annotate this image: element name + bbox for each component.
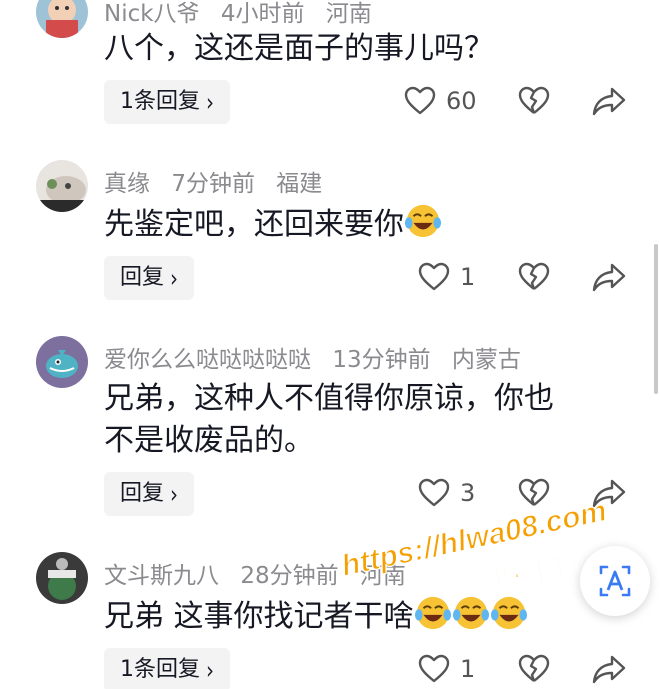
heart-outline-icon — [404, 86, 436, 115]
location: 内蒙古 — [451, 347, 521, 373]
comment-meta: Nick八爷 4小时前 河南 — [104, 0, 386, 28]
dislike-button[interactable] — [518, 262, 550, 296]
comment-text[interactable]: 兄弟 这事你找记者干啥 — [104, 594, 624, 638]
comment-text[interactable]: 八个，这还是面子的事儿吗？ — [104, 28, 624, 70]
share-button[interactable] — [592, 262, 626, 296]
share-arrow-icon — [592, 655, 626, 684]
translate-a-icon — [599, 565, 631, 597]
comment-actions: 3 — [0, 472, 660, 516]
comment-meta: 爱你么么哒哒哒哒哒 13分钟前 内蒙古 — [104, 340, 535, 374]
like-button[interactable]: 3 — [418, 478, 475, 508]
timestamp: 13分钟前 — [332, 347, 431, 373]
comment-text-content: 先鉴定吧，还回来要你 — [104, 207, 404, 242]
timestamp: 28分钟前 — [240, 563, 339, 589]
username[interactable]: Nick八爷 — [104, 1, 200, 27]
location: 福建 — [276, 171, 323, 197]
comment-meta: 文斗斯九八 28分钟前 河南 — [104, 556, 420, 590]
comment-text-line: 兄弟，这种人不值得你原谅，你也 — [104, 381, 554, 416]
watermark-brand: 黑料网 — [483, 553, 566, 599]
heart-outline-icon — [418, 654, 450, 683]
avatar[interactable] — [36, 336, 88, 388]
comment-actions: 60 — [0, 80, 660, 124]
comment-text[interactable]: 先鉴定吧，还回来要你 — [104, 202, 624, 246]
broken-heart-icon — [518, 478, 550, 506]
avatar[interactable] — [36, 552, 88, 604]
laughing-crying-emoji-icon — [452, 596, 489, 630]
like-count: 1 — [460, 263, 476, 291]
location: 河南 — [325, 1, 372, 27]
comment-text-content: 兄弟 这事你找记者干啥 — [104, 599, 414, 634]
laughing-crying-emoji-icon — [490, 596, 527, 630]
timestamp: 7分钟前 — [171, 171, 255, 197]
comment-actions: 1 — [0, 648, 660, 689]
avatar[interactable] — [36, 0, 88, 38]
share-button[interactable] — [592, 654, 626, 688]
share-button[interactable] — [592, 86, 626, 120]
location: 河南 — [359, 563, 406, 589]
comment-actions: 1 — [0, 256, 660, 300]
username[interactable]: 真缘 — [104, 171, 150, 197]
dislike-button[interactable] — [518, 478, 550, 512]
dislike-button[interactable] — [518, 654, 550, 688]
broken-heart-icon — [518, 654, 550, 682]
comment-meta: 真缘 7分钟前 福建 — [104, 164, 336, 198]
scrollbar[interactable] — [654, 244, 658, 394]
heart-outline-icon — [418, 478, 450, 507]
timestamp: 4小时前 — [220, 1, 305, 27]
share-arrow-icon — [592, 263, 626, 292]
like-button[interactable]: 60 — [404, 86, 477, 116]
laughing-crying-emoji-icon — [404, 204, 442, 238]
share-arrow-icon — [592, 479, 626, 508]
broken-heart-icon — [518, 86, 550, 114]
share-button[interactable] — [592, 478, 626, 512]
laughing-crying-emoji-icon — [414, 596, 451, 630]
like-count: 1 — [460, 655, 476, 683]
comment-text[interactable]: 兄弟，这种人不值得你原谅，你也 不是收废品的。 — [104, 378, 624, 462]
like-count: 60 — [446, 87, 477, 115]
broken-heart-icon — [518, 262, 550, 290]
translate-button[interactable] — [580, 546, 650, 616]
like-button[interactable]: 1 — [418, 262, 475, 292]
username[interactable]: 文斗斯九八 — [104, 563, 219, 589]
username[interactable]: 爱你么么哒哒哒哒哒 — [104, 347, 311, 373]
like-button[interactable]: 1 — [418, 654, 475, 684]
like-count: 3 — [460, 479, 476, 507]
dislike-button[interactable] — [518, 86, 550, 120]
comment-text-line: 不是收废品的。 — [104, 423, 314, 458]
heart-outline-icon — [418, 262, 450, 291]
share-arrow-icon — [592, 87, 626, 116]
comment-list-screen: Nick八爷 4小时前 河南 八个，这还是面子的事儿吗？ 1条回复 › 60 真… — [0, 0, 660, 689]
avatar[interactable] — [36, 160, 88, 212]
